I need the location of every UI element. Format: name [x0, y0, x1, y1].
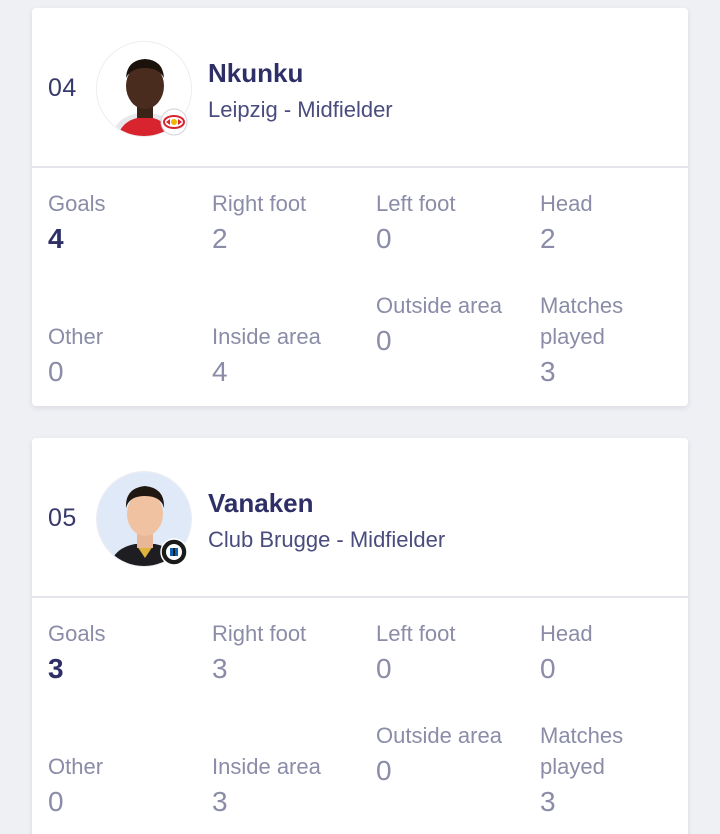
stat-left-foot: Left foot 0	[376, 618, 526, 687]
stat-matches-played: Matches played 3	[540, 290, 670, 390]
player-club-position: Club Brugge - Midfielder	[208, 527, 446, 552]
player-rank: 05	[48, 504, 77, 532]
stat-value: 2	[540, 223, 556, 254]
stat-value: 3	[540, 786, 556, 817]
stat-value: 0	[376, 325, 392, 356]
stat-inside-area: Inside area 4	[212, 321, 362, 390]
stat-value: 0	[376, 755, 392, 786]
stat-head: Head 2	[540, 188, 688, 257]
stat-value: 3	[48, 653, 64, 684]
stat-value: 2	[212, 223, 228, 254]
stat-head: Head 0	[540, 618, 688, 687]
stat-label: Inside area	[212, 754, 321, 779]
stat-value: 4	[48, 223, 64, 254]
stat-right-foot: Right foot 3	[212, 618, 362, 687]
stat-outside-area: Outside area 0	[376, 290, 516, 359]
stat-value: 3	[540, 356, 556, 387]
stat-label: Other	[48, 754, 104, 779]
stat-label: Inside area	[212, 324, 321, 349]
stat-value: 0	[376, 223, 392, 254]
stat-label: Left foot	[376, 621, 456, 646]
player-card-header[interactable]: 05 Vanaken Club Brugge - Midfielder	[32, 438, 688, 598]
player-name[interactable]: Vanaken	[208, 488, 314, 519]
stat-goals: Goals 4	[48, 188, 198, 257]
stat-value: 0	[48, 356, 64, 387]
stat-value: 0	[48, 786, 64, 817]
stat-left-foot: Left foot 0	[376, 188, 526, 257]
club-badge-icon	[160, 538, 188, 566]
player-name[interactable]: Nkunku	[208, 58, 303, 89]
stat-label: Matches played	[540, 723, 624, 779]
stat-right-foot: Right foot 2	[212, 188, 362, 257]
player-card[interactable]: 04 Nkunku Leipzig - Midfielder Goals 4 R…	[32, 8, 688, 406]
stat-label: Right foot	[212, 191, 307, 216]
player-card[interactable]: 05 Vanaken Club Brugge - Midfielder Goal…	[32, 438, 688, 834]
stat-matches-played: Matches played 3	[540, 720, 670, 820]
player-rank: 04	[48, 74, 77, 102]
stat-other: Other 0	[48, 751, 198, 820]
stat-label: Right foot	[212, 621, 307, 646]
stat-value: 3	[212, 653, 228, 684]
stat-inside-area: Inside area 3	[212, 751, 362, 820]
stat-label: Outside area	[376, 723, 502, 748]
club-badge-icon	[160, 108, 188, 136]
stat-value: 0	[540, 653, 556, 684]
player-club-position: Leipzig - Midfielder	[208, 97, 393, 122]
stat-label: Head	[540, 191, 593, 216]
stat-value: 4	[212, 356, 228, 387]
stat-value: 0	[376, 653, 392, 684]
stat-label: Goals	[48, 621, 106, 646]
stat-label: Left foot	[376, 191, 456, 216]
stat-goals: Goals 3	[48, 618, 198, 687]
stat-other: Other 0	[48, 321, 198, 390]
stat-label: Matches played	[540, 293, 624, 349]
stat-label: Goals	[48, 191, 106, 216]
stat-outside-area: Outside area 0	[376, 720, 516, 789]
stat-label: Head	[540, 621, 593, 646]
player-card-header[interactable]: 04 Nkunku Leipzig - Midfielder	[32, 8, 688, 168]
stat-label: Other	[48, 324, 104, 349]
stat-label: Outside area	[376, 293, 502, 318]
stat-value: 3	[212, 786, 228, 817]
